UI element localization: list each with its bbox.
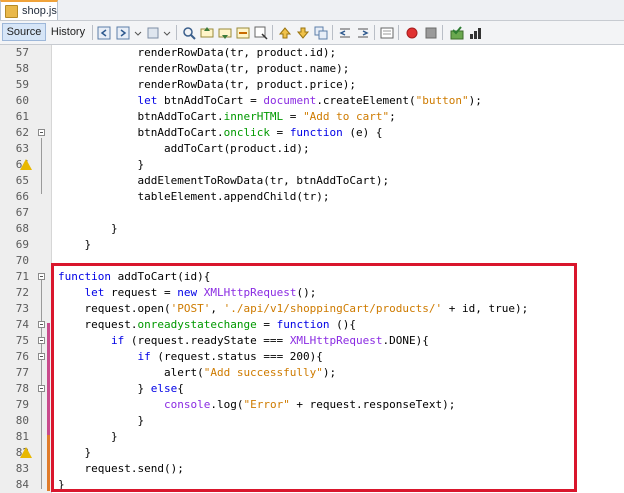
- fold-toggle-icon[interactable]: [38, 337, 45, 344]
- line-number: 61: [15, 110, 29, 123]
- code-text: renderRowData(tr, product.price);: [58, 78, 357, 91]
- line-number: 75: [15, 334, 29, 347]
- line-number: 59: [15, 78, 29, 91]
- fold-toggle-icon[interactable]: [38, 273, 45, 280]
- line-number: 80: [15, 414, 29, 427]
- line-number: 65: [15, 174, 29, 187]
- stop-macro-icon[interactable]: [424, 25, 438, 39]
- fold-toggle-icon[interactable]: [38, 129, 45, 136]
- highlight-box: [51, 263, 577, 492]
- comment-icon[interactable]: [380, 25, 394, 39]
- code-line[interactable]: 61 btnAddToCart.innerHTML = "Add to cart…: [0, 109, 624, 125]
- chevron-down-icon[interactable]: [133, 25, 143, 39]
- code-line[interactable]: 58 renderRowData(tr, product.name);: [0, 61, 624, 77]
- line-number: 66: [15, 190, 29, 203]
- javascript-file-icon: [5, 4, 18, 18]
- next-occurrence-icon[interactable]: [218, 25, 232, 39]
- shift-up-icon[interactable]: [278, 25, 292, 39]
- find-icon[interactable]: [182, 25, 196, 40]
- line-number: 58: [15, 62, 29, 75]
- forward-menu-icon[interactable]: [146, 25, 160, 39]
- code-line[interactable]: 69 }: [0, 237, 624, 253]
- warning-icon[interactable]: [20, 159, 32, 170]
- source-tab-button[interactable]: Source: [2, 23, 46, 41]
- line-number: 76: [15, 350, 29, 363]
- toggle-highlight-icon[interactable]: [236, 25, 250, 39]
- shift-left-icon[interactable]: [338, 25, 352, 39]
- toolbar-separator: [398, 25, 399, 40]
- line-number: 79: [15, 398, 29, 411]
- line-number: 72: [15, 286, 29, 299]
- code-text: }: [58, 158, 145, 171]
- forward-icon[interactable]: [116, 25, 130, 40]
- line-number: 60: [15, 94, 29, 107]
- code-text: renderRowData(tr, product.id);: [58, 46, 337, 59]
- toolbar-separator: [92, 25, 93, 40]
- code-text: }: [58, 222, 118, 235]
- toolbar-separator: [332, 25, 333, 40]
- line-number: 83: [15, 462, 29, 475]
- fold-toggle-icon[interactable]: [38, 353, 45, 360]
- toolbar-separator: [374, 25, 375, 40]
- line-number: 63: [15, 142, 29, 155]
- line-number: 77: [15, 366, 29, 379]
- bar-chart-icon[interactable]: [468, 25, 482, 39]
- code-text: renderRowData(tr, product.name);: [58, 62, 350, 75]
- code-line[interactable]: 64 }: [0, 157, 624, 173]
- code-text: let btnAddToCart = document.createElemen…: [137, 94, 482, 107]
- toggle-select-icon[interactable]: [254, 25, 268, 40]
- prev-occurrence-icon[interactable]: [200, 25, 214, 39]
- toolbar-separator: [442, 25, 443, 40]
- shift-down-icon[interactable]: [296, 25, 310, 39]
- code-line[interactable]: 67: [0, 205, 624, 221]
- code-text: addElementToRowData(tr, btnAddToCart);: [58, 174, 390, 187]
- back-icon[interactable]: [97, 25, 111, 40]
- code-editor[interactable]: 57 renderRowData(tr, product.id); 58 rend…: [0, 45, 624, 493]
- line-number: 84: [15, 478, 29, 491]
- record-macro-icon[interactable]: [405, 25, 419, 39]
- code-line[interactable]: 65 addElementToRowData(tr, btnAddToCart)…: [0, 173, 624, 189]
- code-line[interactable]: 62 btnAddToCart.onclick = function (e) {: [0, 125, 624, 141]
- file-tab[interactable]: shop.js: [0, 0, 58, 20]
- chevron-down-icon[interactable]: [162, 25, 172, 39]
- code-line[interactable]: 59 renderRowData(tr, product.price);: [0, 77, 624, 93]
- file-tab-label: shop.js: [22, 5, 57, 17]
- code-text: tableElement.appendChild(tr);: [58, 190, 330, 203]
- line-number: 81: [15, 430, 29, 443]
- fold-toggle-icon[interactable]: [38, 385, 45, 392]
- code-line[interactable]: 66 tableElement.appendChild(tr);: [0, 189, 624, 205]
- line-number: 71: [15, 270, 29, 283]
- code-text: addToCart(product.id);: [58, 142, 310, 155]
- code-line[interactable]: 63 addToCart(product.id);: [0, 141, 624, 157]
- code-text: btnAddToCart.onclick = function (e) {: [58, 126, 383, 139]
- duplicate-line-icon[interactable]: [314, 25, 328, 40]
- code-line[interactable]: 60 let btnAddToCart = document.createEle…: [0, 93, 624, 109]
- code-line[interactable]: 57 renderRowData(tr, product.id);: [0, 45, 624, 61]
- line-number: 69: [15, 238, 29, 251]
- toolbar-separator: [176, 25, 177, 40]
- editor-tab-bar: shop.js: [0, 0, 624, 21]
- line-number: 62: [15, 126, 29, 139]
- code-text: }: [58, 238, 92, 251]
- fold-toggle-icon[interactable]: [38, 321, 45, 328]
- line-number: 57: [15, 46, 29, 59]
- editor-toolbar: Source History: [0, 21, 624, 45]
- line-number: 67: [15, 206, 29, 219]
- line-number: 73: [15, 302, 29, 315]
- line-number: 78: [15, 382, 29, 395]
- check-icon[interactable]: [450, 25, 464, 40]
- code-text: btnAddToCart.innerHTML = "Add to cart";: [58, 110, 396, 123]
- line-number: 70: [15, 254, 29, 267]
- shift-right-icon[interactable]: [356, 25, 370, 39]
- line-number: 74: [15, 318, 29, 331]
- history-tab-button[interactable]: History: [47, 23, 89, 41]
- line-number: 68: [15, 222, 29, 235]
- warning-icon[interactable]: [20, 447, 32, 458]
- code-line[interactable]: 68 }: [0, 221, 624, 237]
- toolbar-separator: [272, 25, 273, 40]
